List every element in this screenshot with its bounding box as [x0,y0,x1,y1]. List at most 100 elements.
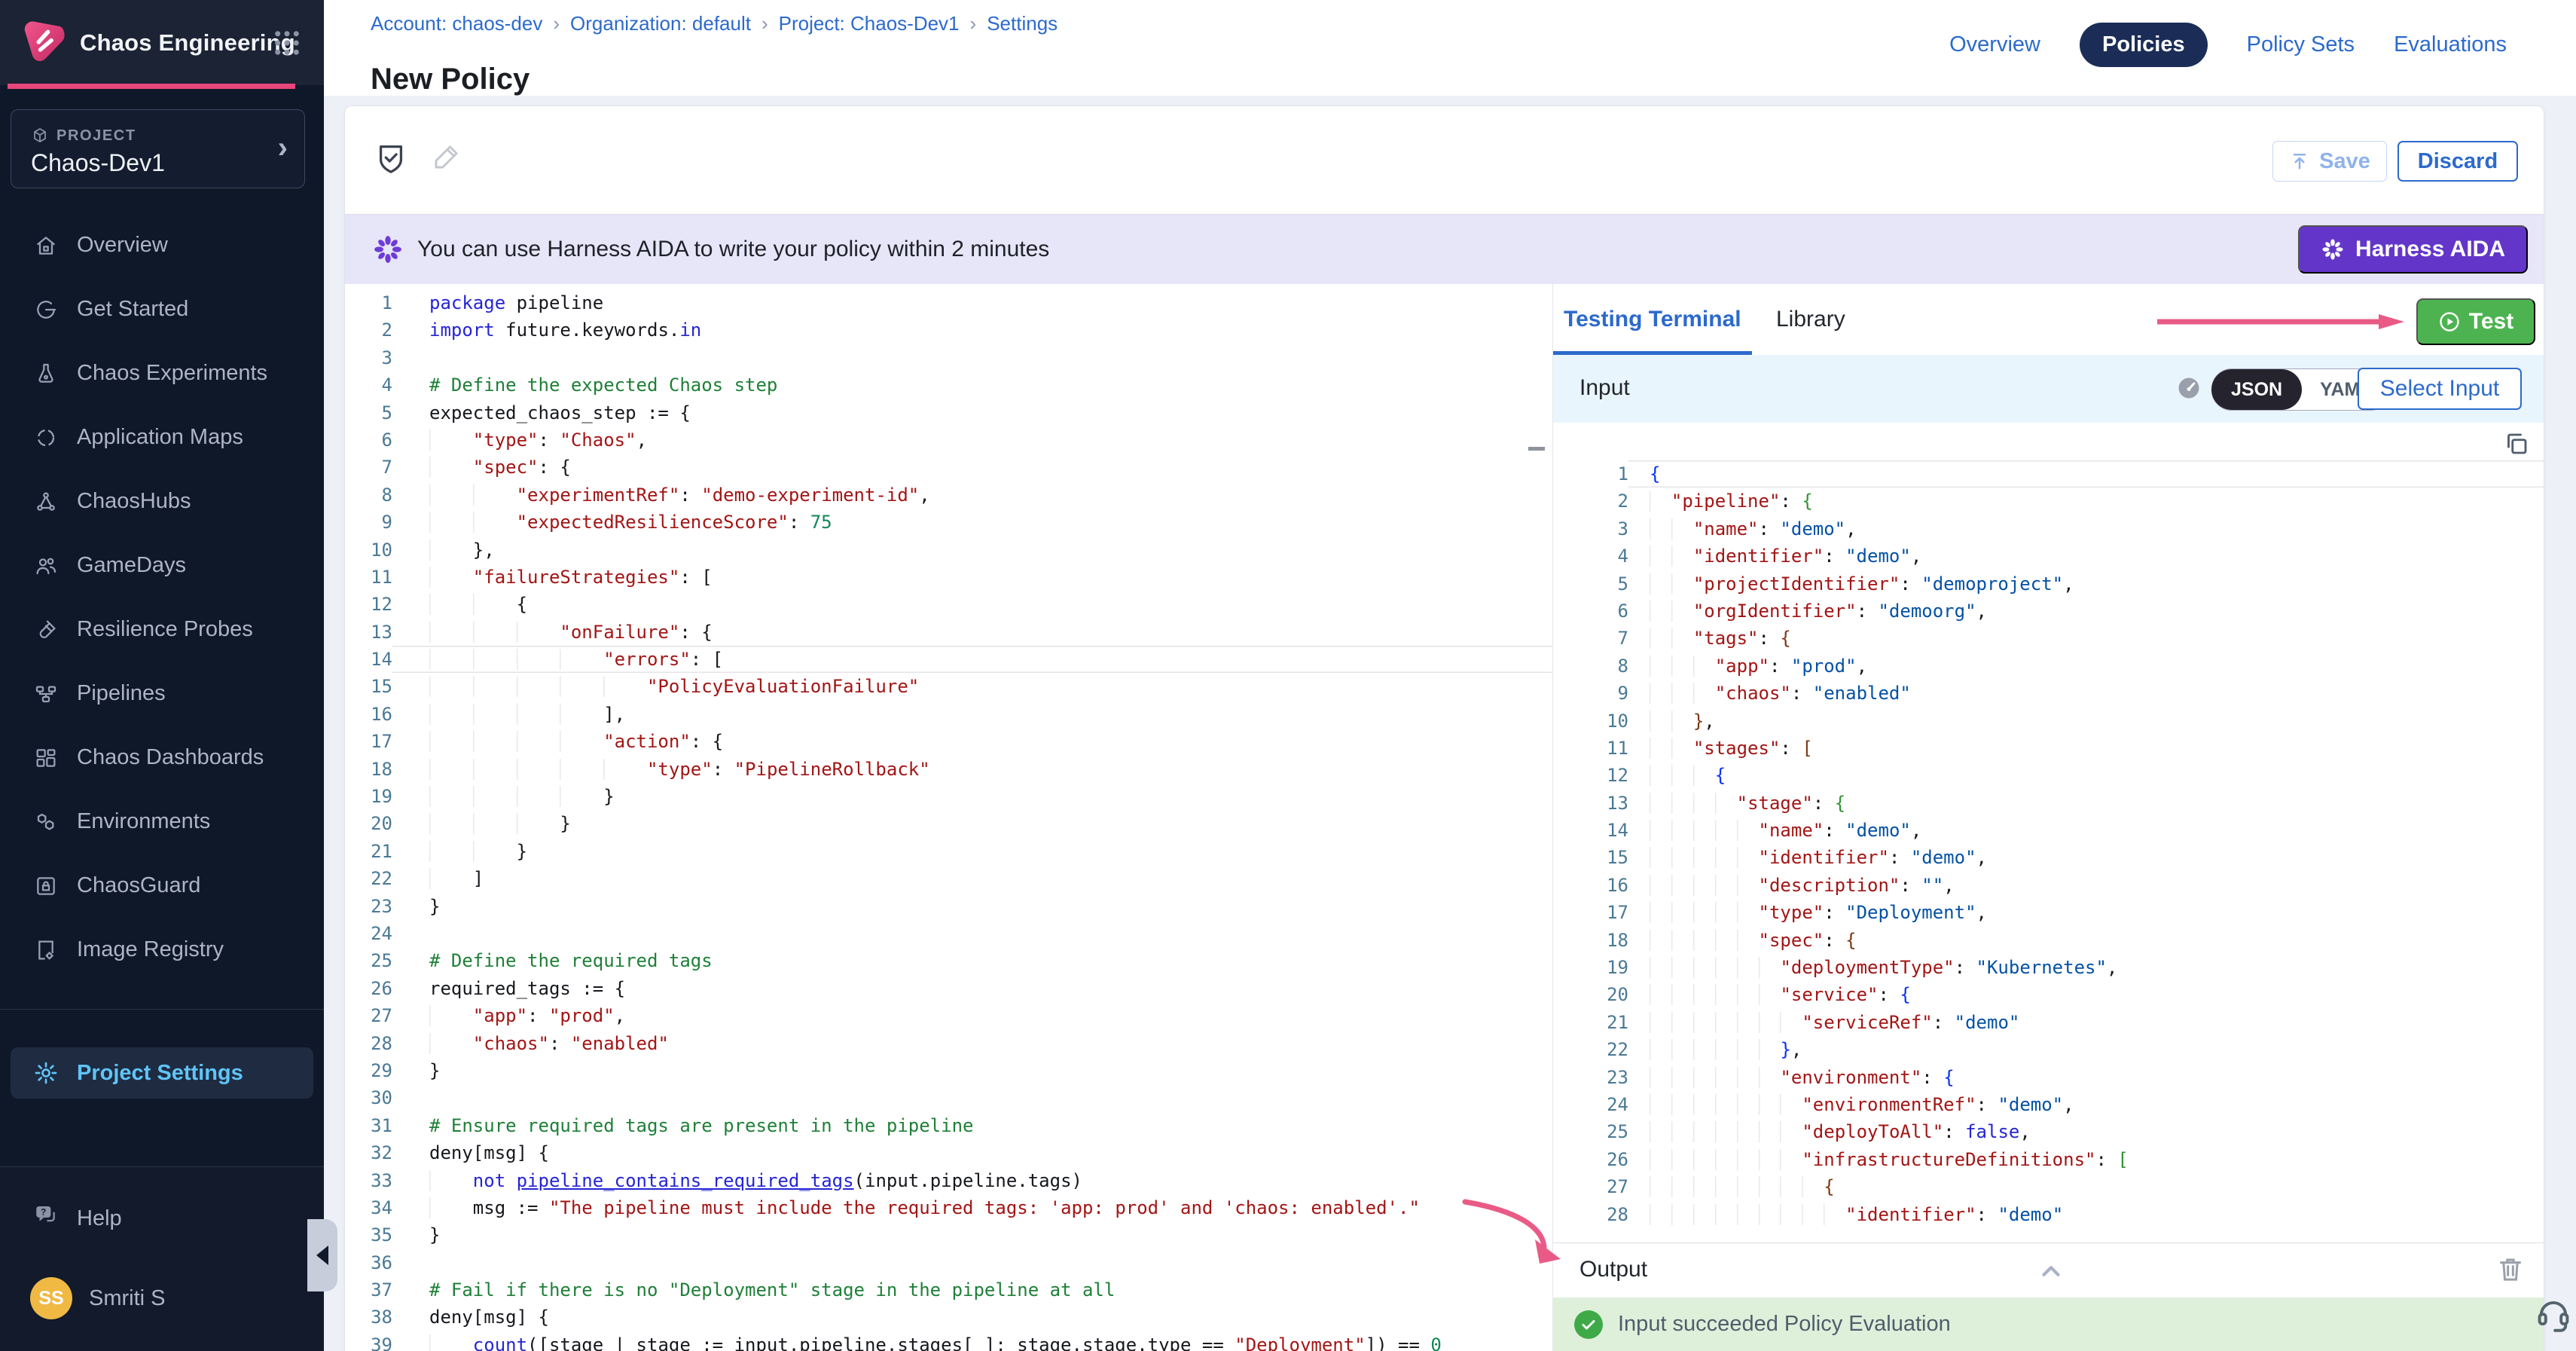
json-line[interactable]: 14 "name": "demo", [1553,817,2544,844]
json-line[interactable]: 3 "name": "demo", [1553,515,2544,543]
code-line[interactable]: 5expected_chaos_step := { [345,399,1552,426]
code-line[interactable]: 14 "errors": [ [345,646,1552,673]
json-line[interactable]: 19 "deploymentType": "Kubernetes", [1553,954,2544,981]
code-line[interactable]: 22 ] [345,865,1552,892]
sidebar-item-gamedays[interactable]: GameDays [0,533,324,598]
user-menu[interactable]: SS Smriti S [0,1271,324,1325]
sidebar-item-project-settings[interactable]: Project Settings [11,1047,313,1099]
sidebar-item-image-registry[interactable]: Image Registry [0,918,324,982]
json-line[interactable]: 26 "infrastructureDefinitions": [ [1553,1146,2544,1173]
tab-testing-terminal[interactable]: Testing Terminal [1553,284,1752,355]
json-line[interactable]: 27 { [1553,1173,2544,1200]
json-line[interactable]: 15 "identifier": "demo", [1553,844,2544,871]
json-line[interactable]: 13 "stage": { [1553,790,2544,817]
json-line[interactable]: 28 "identifier": "demo" [1553,1201,2544,1228]
breadcrumb-account[interactable]: Account: chaos-dev [371,12,542,35]
json-line[interactable]: 4 "identifier": "demo", [1553,543,2544,570]
code-line[interactable]: 6 "type": "Chaos", [345,426,1552,454]
json-line[interactable]: 18 "spec": { [1553,927,2544,954]
chevron-up-icon[interactable] [2037,1257,2065,1285]
code-line[interactable]: 4# Define the expected Chaos step [345,371,1552,399]
code-line[interactable]: 32deny[msg] { [345,1139,1552,1166]
json-line[interactable]: 1{ [1553,460,2544,488]
json-line[interactable]: 21 "serviceRef": "demo" [1553,1009,2544,1036]
json-line[interactable]: 8 "app": "prod", [1553,653,2544,680]
json-line[interactable]: 20 "service": { [1553,981,2544,1008]
format-json-selected[interactable]: JSON [2211,369,2302,410]
json-line[interactable]: 10 }, [1553,708,2544,735]
json-line[interactable]: 9 "chaos": "enabled" [1553,680,2544,707]
nav-evaluations[interactable]: Evaluations [2394,32,2507,57]
sidebar-item-resilience-probes[interactable]: Resilience Probes [0,598,324,662]
code-line[interactable]: 16 ], [345,701,1552,728]
code-line[interactable]: 34 msg := "The pipeline must include the… [345,1194,1552,1221]
code-line[interactable]: 20 } [345,810,1552,837]
code-line[interactable]: 9 "expectedResilienceScore": 75 [345,509,1552,536]
gauge-icon[interactable] [2175,374,2202,402]
breadcrumb-settings[interactable]: Settings [987,12,1058,35]
code-line[interactable]: 31# Ensure required tags are present in … [345,1112,1552,1139]
sidebar-item-get-started[interactable]: Get Started [0,277,324,341]
copy-icon[interactable] [2503,430,2530,457]
code-line[interactable]: 25# Define the required tags [345,947,1552,974]
nav-overview[interactable]: Overview [1949,32,2040,57]
project-selector[interactable]: PROJECT Chaos-Dev1 › [11,109,305,188]
code-line[interactable]: 13 "onFailure": { [345,619,1552,646]
code-line[interactable]: 3 [345,344,1552,371]
code-line[interactable]: 18 "type": "PipelineRollback" [345,756,1552,783]
code-line[interactable]: 27 "app": "prod", [345,1002,1552,1029]
code-line[interactable]: 29} [345,1057,1552,1084]
code-line[interactable]: 23} [345,893,1552,920]
code-line[interactable]: 7 "spec": { [345,454,1552,481]
edit-pencil-icon[interactable] [431,141,462,173]
json-line[interactable]: 17 "type": "Deployment", [1553,899,2544,926]
policy-code-editor[interactable]: 1package pipeline2import future.keywords… [345,284,1553,1351]
code-line[interactable]: 38deny[msg] { [345,1304,1552,1331]
code-line[interactable]: 35} [345,1221,1552,1249]
code-line[interactable]: 17 "action": { [345,728,1552,755]
help-button[interactable]: ? Help [0,1191,324,1246]
code-line[interactable]: 28 "chaos": "enabled" [345,1030,1552,1057]
sidebar-item-application-maps[interactable]: Application Maps [0,405,324,469]
code-line[interactable]: 36 [345,1249,1552,1276]
breadcrumb-project[interactable]: Project: Chaos-Dev1 [779,12,960,35]
code-line[interactable]: 12 { [345,591,1552,618]
code-line[interactable]: 24 [345,920,1552,947]
sidebar-item-chaosguard[interactable]: ChaosGuard [0,854,324,918]
json-line[interactable]: 11 "stages": [ [1553,735,2544,762]
code-line[interactable]: 2import future.keywords.in [345,316,1552,344]
sidebar-item-chaos-dashboards[interactable]: Chaos Dashboards [0,726,324,790]
code-line[interactable]: 37# Fail if there is no "Deployment" sta… [345,1276,1552,1304]
json-line[interactable]: 23 "environment": { [1553,1064,2544,1091]
json-line[interactable]: 24 "environmentRef": "demo", [1553,1091,2544,1118]
code-line[interactable]: 8 "experimentRef": "demo-experiment-id", [345,481,1552,509]
code-line[interactable]: 30 [345,1084,1552,1111]
discard-button[interactable]: Discard [2397,141,2518,182]
module-grid-icon[interactable] [271,27,303,59]
json-line[interactable]: 25 "deployToAll": false, [1553,1118,2544,1145]
shield-check-icon[interactable] [374,141,408,176]
code-line[interactable]: 33 not pipeline_contains_required_tags(i… [345,1167,1552,1194]
save-button[interactable]: Save [2272,141,2387,182]
test-button[interactable]: Test [2416,298,2535,345]
tab-library[interactable]: Library [1766,284,1856,355]
sidebar-item-pipelines[interactable]: Pipelines [0,662,324,726]
harness-aida-button[interactable]: Harness AIDA [2298,225,2528,274]
json-line[interactable]: 16 "description": "", [1553,872,2544,899]
select-input-button[interactable]: Select Input [2358,368,2522,410]
json-line[interactable]: 6 "orgIdentifier": "demoorg", [1553,598,2544,625]
code-line[interactable]: 19 } [345,783,1552,810]
code-line[interactable]: 26required_tags := { [345,975,1552,1002]
code-line[interactable]: 39 count([stage | stage := input.pipelin… [345,1331,1552,1351]
json-line[interactable]: 2 "pipeline": { [1553,488,2544,515]
code-line[interactable]: 1package pipeline [345,289,1552,316]
code-line[interactable]: 10 }, [345,536,1552,564]
sidebar-collapse-handle[interactable] [307,1219,337,1291]
nav-policy-sets[interactable]: Policy Sets [2247,32,2355,57]
sidebar-item-chaoshubs[interactable]: ChaosHubs [0,469,324,533]
input-json-editor[interactable]: 1{2 "pipeline": {3 "name": "demo",4 "ide… [1553,423,2544,1280]
support-headset-icon[interactable] [2534,1294,2573,1333]
code-line[interactable]: 11 "failureStrategies": [ [345,564,1552,591]
code-line[interactable]: 21 } [345,838,1552,865]
code-line[interactable]: 15 "PolicyEvaluationFailure" [345,673,1552,700]
